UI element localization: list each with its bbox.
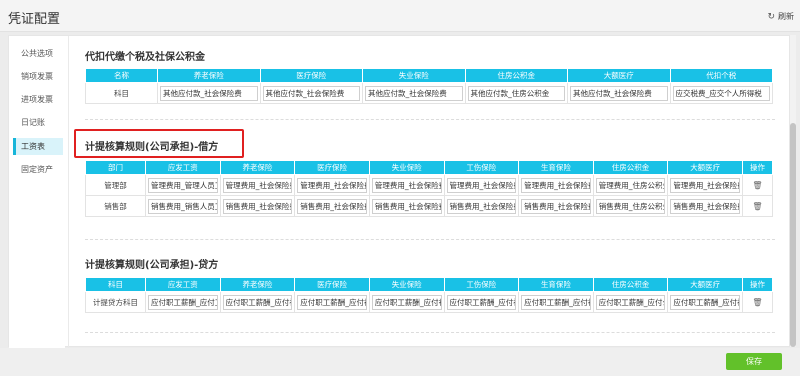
sidebar-item-fixed-assets[interactable]: 固定资产 [13,161,63,178]
top-bar: 凭证配置 ↻ 刷新 [0,0,800,32]
voucher-config-window: 凭证配置 ↻ 刷新 公共选项 销项发票 进项发票 日记账 工资表 固定资产 代扣… [0,0,800,376]
col-header-name: 名称 [85,68,158,83]
account-field[interactable]: 管理费用_社会保险费 [371,177,442,193]
col-header-medical: 医疗保险 [294,160,370,175]
col-header-income-tax: 代扣个税 [669,68,773,83]
save-button[interactable]: 保存 [726,353,782,370]
col-header-work-injury: 工伤保险 [443,160,520,175]
table-row: 计提贷方科目 应付职工薪酬_应付工资 应付职工薪酬_应付社保 应付职工薪酬_应付… [85,291,773,313]
row-label: 科目 [85,82,158,104]
account-field[interactable]: 销售费用_社会保险费 [521,198,591,214]
section-divider [85,332,775,333]
account-field[interactable]: 其他应付款_住房公积金 [467,85,565,101]
withholding-table: 名称 养老保险 医疗保险 失业保险 住房公积金 大额医疗 代扣个税 科目 其他应… [85,68,773,104]
sidebar-item-payroll[interactable]: 工资表 [13,138,63,155]
account-field[interactable]: 管理费用_住房公积金 [595,177,666,193]
col-header-account: 科目 [85,277,146,292]
account-field[interactable]: 应付职工薪酬_应付工资 [148,294,218,310]
sidebar-divider [68,36,69,348]
vertical-scrollbar[interactable] [790,35,796,347]
debit-table: 部门 应发工资 养老保险 医疗保险 失业保险 工伤保险 生育保险 住房公积金 大… [85,160,773,217]
account-field[interactable]: 管理费用_社会保险费 [222,177,293,193]
col-header-pension: 养老保险 [219,277,296,292]
account-field[interactable]: 应交税费_应交个人所得税 [672,85,770,101]
refresh-icon: ↻ [767,11,775,22]
col-header-maternity: 生育保险 [518,277,594,292]
row-label: 计提贷方科目 [85,291,146,313]
col-header-housing-fund: 住房公积金 [592,277,669,292]
account-field[interactable]: 应付职工薪酬_应付社保 [297,294,367,310]
col-header-housing-fund: 住房公积金 [464,68,568,83]
col-header-medical: 医疗保险 [259,68,363,83]
account-field[interactable]: 销售费用_社会保险费 [446,198,517,214]
sidebar-item-sales-invoice[interactable]: 销项发票 [13,68,63,85]
account-field[interactable]: 应付职工薪酬_应付社保 [222,294,293,310]
section-title-debit: 计提核算规则(公司承担)-借方 [85,142,219,153]
col-header-maternity: 生育保险 [518,160,594,175]
col-header-pension: 养老保险 [219,160,296,175]
account-field[interactable]: 应付职工薪酬_应付社保 [446,294,517,310]
col-header-unemployment: 失业保险 [362,68,466,83]
refresh-label: 刷新 [778,12,794,21]
credit-table: 科目 应发工资 养老保险 医疗保险 失业保险 工伤保险 生育保险 住房公积金 大… [85,277,773,313]
col-header-work-injury: 工伤保险 [443,277,520,292]
footer-bar: 保存 [0,348,800,376]
account-field[interactable]: 管理费用_社会保险费 [297,177,367,193]
account-field[interactable]: 销售费用_社会保险费 [670,198,740,214]
sidebar-item-purchase-invoice[interactable]: 进项发票 [13,91,63,108]
account-field[interactable]: 其他应付款_社会保险费 [365,85,463,101]
section-title-credit: 计提核算规则(公司承担)-贷方 [85,260,219,271]
account-field[interactable]: 销售费用_住房公积金 [595,198,666,214]
account-field[interactable]: 其他应付款_社会保险费 [160,85,258,101]
sidebar-item-public-options[interactable]: 公共选项 [13,45,63,62]
row-label: 管理部 [85,174,146,196]
col-header-actions: 操作 [742,160,773,175]
col-header-pension: 养老保险 [157,68,261,83]
page-title: 凭证配置 [8,12,61,27]
main-area: 代扣代缴个税及社保公积金 名称 养老保险 医疗保险 失业保险 住房公积金 大额医… [71,36,791,348]
account-field[interactable]: 管理费用_社会保险费 [446,177,517,193]
delete-row-icon[interactable]: 🗑 [752,202,762,211]
col-header-department: 部门 [85,160,146,175]
col-header-gross-pay: 应发工资 [145,160,221,175]
scrollbar-thumb[interactable] [790,123,796,347]
account-field[interactable]: 应付职工薪酬_应付社保 [371,294,442,310]
account-field[interactable]: 管理费用_管理人员工资 [148,177,218,193]
account-field[interactable]: 管理费用_社会保险费 [670,177,740,193]
table-row: 科目 其他应付款_社会保险费 其他应付款_社会保险费 其他应付款_社会保险费 其… [85,82,773,104]
row-label: 销售部 [85,195,146,217]
account-field[interactable]: 销售费用_社会保险费 [297,198,367,214]
col-header-major-medical: 大额医疗 [667,160,743,175]
section-title-withholding: 代扣代缴个税及社保公积金 [85,52,205,63]
content-panel: 公共选项 销项发票 进项发票 日记账 工资表 固定资产 代扣代缴个税及社保公积金… [8,35,791,348]
account-field[interactable]: 其他应付款_社会保险费 [262,85,360,101]
col-header-housing-fund: 住房公积金 [592,160,669,175]
account-field[interactable]: 应付职工薪酬_应付社保 [670,294,740,310]
sidebar-item-journal[interactable]: 日记账 [13,114,63,131]
table-row: 销售部 销售费用_销售人员工资 销售费用_社会保险费 销售费用_社会保险费 销售… [85,195,773,217]
delete-row-icon[interactable]: 🗑 [752,181,762,190]
section-divider [85,239,775,240]
account-field[interactable]: 应付职工薪酬_应付社保 [521,294,591,310]
col-header-actions: 操作 [742,277,773,292]
account-field[interactable]: 其他应付款_社会保险费 [570,85,668,101]
account-field[interactable]: 销售费用_销售人员工资 [148,198,218,214]
account-field[interactable]: 销售费用_社会保险费 [222,198,293,214]
account-field[interactable]: 销售费用_社会保险费 [371,198,442,214]
col-header-unemployment: 失业保险 [368,160,445,175]
account-field[interactable]: 应付职工薪酬_应付公积金 [595,294,666,310]
table-row: 管理部 管理费用_管理人员工资 管理费用_社会保险费 管理费用_社会保险费 管理… [85,174,773,196]
col-header-major-medical: 大额医疗 [667,277,743,292]
delete-row-icon[interactable]: 🗑 [752,298,762,307]
sidebar: 公共选项 销项发票 进项发票 日记账 工资表 固定资产 [9,36,65,348]
refresh-button[interactable]: ↻ 刷新 [767,11,794,22]
section-divider [85,119,775,120]
col-header-medical: 医疗保险 [294,277,370,292]
col-header-major-medical: 大额医疗 [567,68,671,83]
col-header-gross-pay: 应发工资 [145,277,221,292]
col-header-unemployment: 失业保险 [368,277,445,292]
account-field[interactable]: 管理费用_社会保险费 [521,177,591,193]
